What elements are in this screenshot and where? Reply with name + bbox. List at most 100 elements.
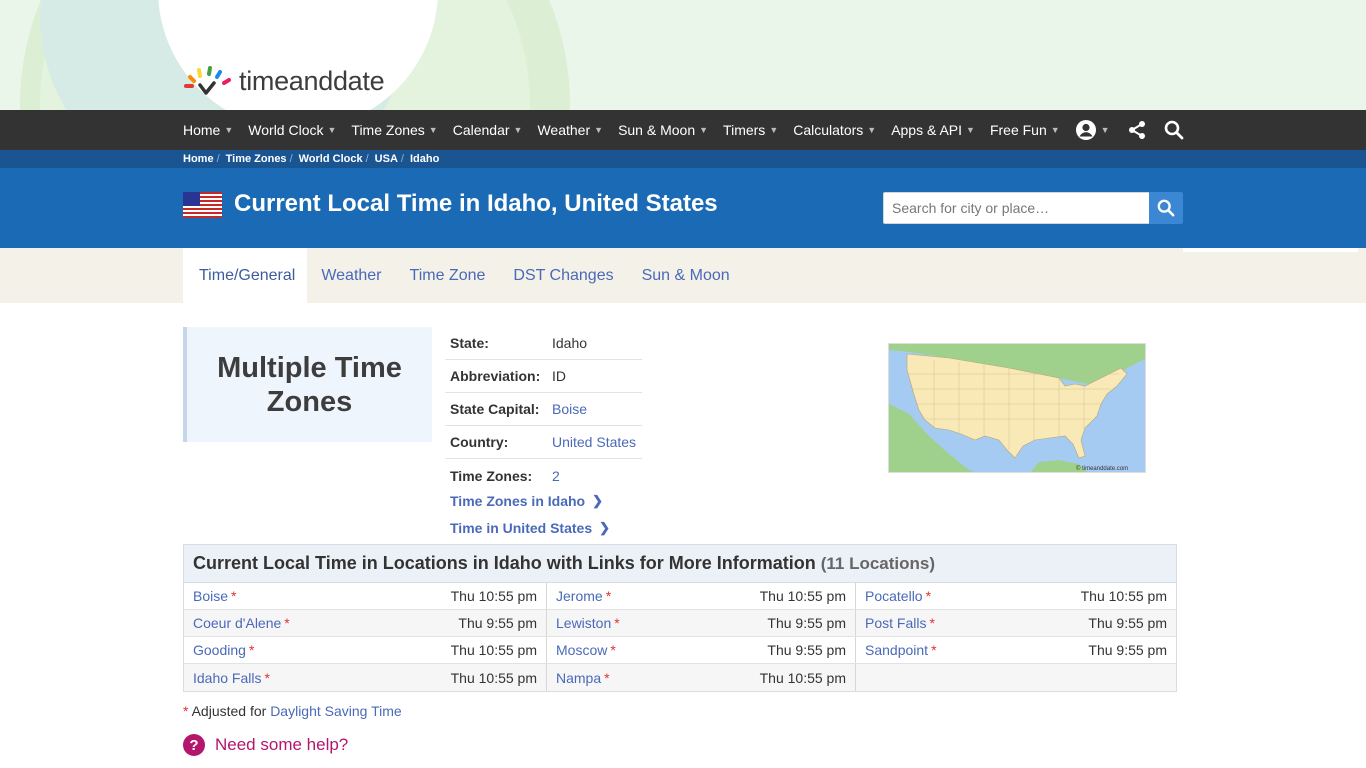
chevron-down-icon: ▼ bbox=[1050, 125, 1060, 135]
chevron-right-icon: ❯ bbox=[592, 493, 603, 508]
city-link-moscow[interactable]: Moscow bbox=[556, 642, 607, 658]
chevron-down-icon: ▼ bbox=[224, 125, 234, 135]
tab-sun-moon[interactable]: Sun & Moon bbox=[628, 248, 744, 303]
city-link-jerome[interactable]: Jerome bbox=[556, 588, 603, 604]
banner: timeanddate bbox=[0, 0, 1366, 110]
account-icon bbox=[1075, 120, 1096, 140]
city-link-gooding[interactable]: Gooding bbox=[193, 642, 246, 658]
chevron-down-icon: ▼ bbox=[769, 125, 779, 135]
chevron-down-icon: ▼ bbox=[327, 125, 337, 135]
table-row: Coeur d'Alene * Thu 9:55 pm Lewiston * Thu 9… bbox=[184, 610, 1176, 637]
tab-dst-changes[interactable]: DST Changes bbox=[499, 248, 627, 303]
location-cell: Idaho Falls * Thu 10:55 pm bbox=[184, 664, 547, 691]
locations-table: Current Local Time in Locations in Idaho… bbox=[183, 544, 1177, 692]
nav-calculators[interactable]: Calculators ▼ bbox=[793, 122, 876, 138]
info-row-time-zones: Time Zones: 2 bbox=[450, 467, 560, 484]
location-cell: Pocatello * Thu 10:55 pm bbox=[865, 588, 1167, 604]
multiple-time-zones-text: Multiple Time Zones bbox=[217, 351, 402, 418]
breadcrumb-time-zones[interactable]: Time Zones bbox=[226, 153, 287, 165]
city-search bbox=[883, 192, 1183, 225]
search-input[interactable] bbox=[883, 192, 1149, 224]
dst-footnote: * Adjusted for Daylight Saving Time bbox=[183, 703, 402, 719]
empty-location-cell bbox=[856, 664, 1176, 691]
main-nav: Home ▼ World Clock ▼ Time Zones ▼ Calendar ▼… bbox=[0, 110, 1366, 150]
time-zones-count-link[interactable]: 2 bbox=[552, 468, 560, 484]
city-link-nampa[interactable]: Nampa bbox=[556, 670, 601, 686]
locations-heading: Current Local Time in Locations in Idaho… bbox=[184, 545, 1176, 583]
us-flag-icon bbox=[183, 192, 222, 218]
nav-home[interactable]: Home ▼ bbox=[183, 122, 233, 138]
nav-world-clock[interactable]: World Clock ▼ bbox=[248, 122, 336, 138]
city-link-coeur-dalene[interactable]: Coeur d'Alene bbox=[193, 615, 281, 631]
table-row: Boise * Thu 10:55 pm Jerome * Thu 10:55 pm P… bbox=[184, 583, 1176, 610]
time-in-united-states-link[interactable]: Time in United States ❯ bbox=[450, 520, 610, 536]
city-link-boise[interactable]: Boise bbox=[193, 588, 228, 604]
chevron-down-icon: ▼ bbox=[966, 125, 975, 135]
city-link-pocatello[interactable]: Pocatello bbox=[865, 588, 923, 604]
logo-text: timeanddate bbox=[239, 65, 385, 96]
search-button[interactable] bbox=[1149, 192, 1183, 224]
tab-time-zone[interactable]: Time Zone bbox=[396, 248, 500, 303]
breadcrumb-idaho: Idaho bbox=[409, 153, 440, 165]
location-cell: Lewiston * Thu 9:55 pm bbox=[547, 610, 856, 636]
location-cell: Boise * Thu 10:55 pm bbox=[184, 583, 547, 609]
page-title: Current Local Time in Idaho, United Stat… bbox=[234, 190, 718, 217]
info-row-country: Country: United States bbox=[445, 426, 642, 459]
info-row-capital: State Capital: Boise bbox=[445, 393, 642, 426]
location-cell: Sandpoint * Thu 9:55 pm bbox=[865, 642, 1167, 658]
chevron-down-icon: ▼ bbox=[1100, 125, 1110, 135]
daylight-saving-time-link[interactable]: Daylight Saving Time bbox=[270, 703, 402, 719]
chevron-down-icon: ▼ bbox=[867, 125, 877, 135]
breadcrumb-world-clock[interactable]: World Clock bbox=[299, 153, 363, 165]
breadcrumb: Home / Time Zones / World Clock / USA / Idah… bbox=[0, 150, 1366, 168]
search-icon bbox=[1164, 120, 1183, 140]
nav-weather[interactable]: Weather ▼ bbox=[537, 122, 603, 138]
info-row-abbreviation: Abbreviation: ID bbox=[445, 360, 642, 393]
city-link-idaho-falls[interactable]: Idaho Falls bbox=[193, 670, 261, 686]
nav-timers[interactable]: Timers ▼ bbox=[723, 122, 778, 138]
city-link-sandpoint[interactable]: Sandpoint bbox=[865, 642, 928, 658]
share-button[interactable] bbox=[1127, 120, 1147, 140]
title-bar: Current Local Time in Idaho, United Stat… bbox=[0, 168, 1366, 248]
help-link[interactable]: ? Need some help? bbox=[183, 734, 348, 756]
country-link[interactable]: United States bbox=[552, 434, 636, 450]
locations-count: (11 Locations) bbox=[820, 553, 936, 573]
us-map-image: © timeanddate.com bbox=[889, 344, 1145, 472]
site-logo[interactable]: timeanddate bbox=[183, 64, 385, 98]
search-icon bbox=[1157, 199, 1175, 217]
map-copyright: © timeanddate.com bbox=[1076, 465, 1128, 472]
chevron-down-icon: ▼ bbox=[594, 125, 604, 135]
logo-icon bbox=[184, 66, 231, 95]
account-menu[interactable]: ▼ bbox=[1075, 119, 1110, 141]
question-icon: ? bbox=[183, 734, 205, 756]
location-cell: Nampa * Thu 10:55 pm bbox=[547, 664, 856, 691]
multiple-time-zones-box: Multiple Time Zones bbox=[183, 327, 432, 442]
city-link-lewiston[interactable]: Lewiston bbox=[556, 615, 611, 631]
city-link-post-falls[interactable]: Post Falls bbox=[865, 615, 926, 631]
capital-link[interactable]: Boise bbox=[552, 401, 587, 417]
chevron-down-icon: ▼ bbox=[513, 125, 523, 135]
breadcrumb-home[interactable]: Home bbox=[183, 153, 214, 165]
nav-calendar[interactable]: Calendar ▼ bbox=[453, 122, 523, 138]
table-row: Gooding * Thu 10:55 pm Moscow * Thu 9:55 pm … bbox=[184, 637, 1176, 664]
time-zones-in-idaho-link[interactable]: Time Zones in Idaho ❯ bbox=[450, 493, 603, 509]
chevron-down-icon: ▼ bbox=[428, 125, 438, 135]
info-row-state: State: Idaho bbox=[445, 327, 642, 360]
breadcrumb-usa[interactable]: USA bbox=[375, 153, 398, 165]
share-icon bbox=[1128, 121, 1145, 139]
nav-sun-moon[interactable]: Sun & Moon ▼ bbox=[618, 122, 708, 138]
us-map[interactable]: © timeanddate.com bbox=[888, 343, 1146, 473]
nav-search-button[interactable] bbox=[1164, 120, 1184, 140]
table-row: Idaho Falls * Thu 10:55 pm Nampa * Thu 10:55… bbox=[184, 664, 1176, 691]
chevron-right-icon: ❯ bbox=[599, 520, 611, 535]
nav-apps-api[interactable]: Apps & API ▼ bbox=[891, 122, 975, 138]
location-cell: Moscow * Thu 9:55 pm bbox=[547, 637, 856, 663]
location-cell: Post Falls * Thu 9:55 pm bbox=[865, 615, 1167, 631]
section-tabs: Time/General Weather Time Zone DST Chang… bbox=[0, 248, 1366, 303]
tab-weather[interactable]: Weather bbox=[307, 248, 395, 303]
tab-time-general[interactable]: Time/General bbox=[183, 248, 308, 303]
location-cell: Coeur d'Alene * Thu 9:55 pm bbox=[184, 610, 547, 636]
state-info-table: State: Idaho Abbreviation: ID State Capita… bbox=[445, 327, 642, 492]
nav-time-zones[interactable]: Time Zones ▼ bbox=[351, 122, 437, 138]
nav-free-fun[interactable]: Free Fun ▼ bbox=[990, 122, 1060, 138]
